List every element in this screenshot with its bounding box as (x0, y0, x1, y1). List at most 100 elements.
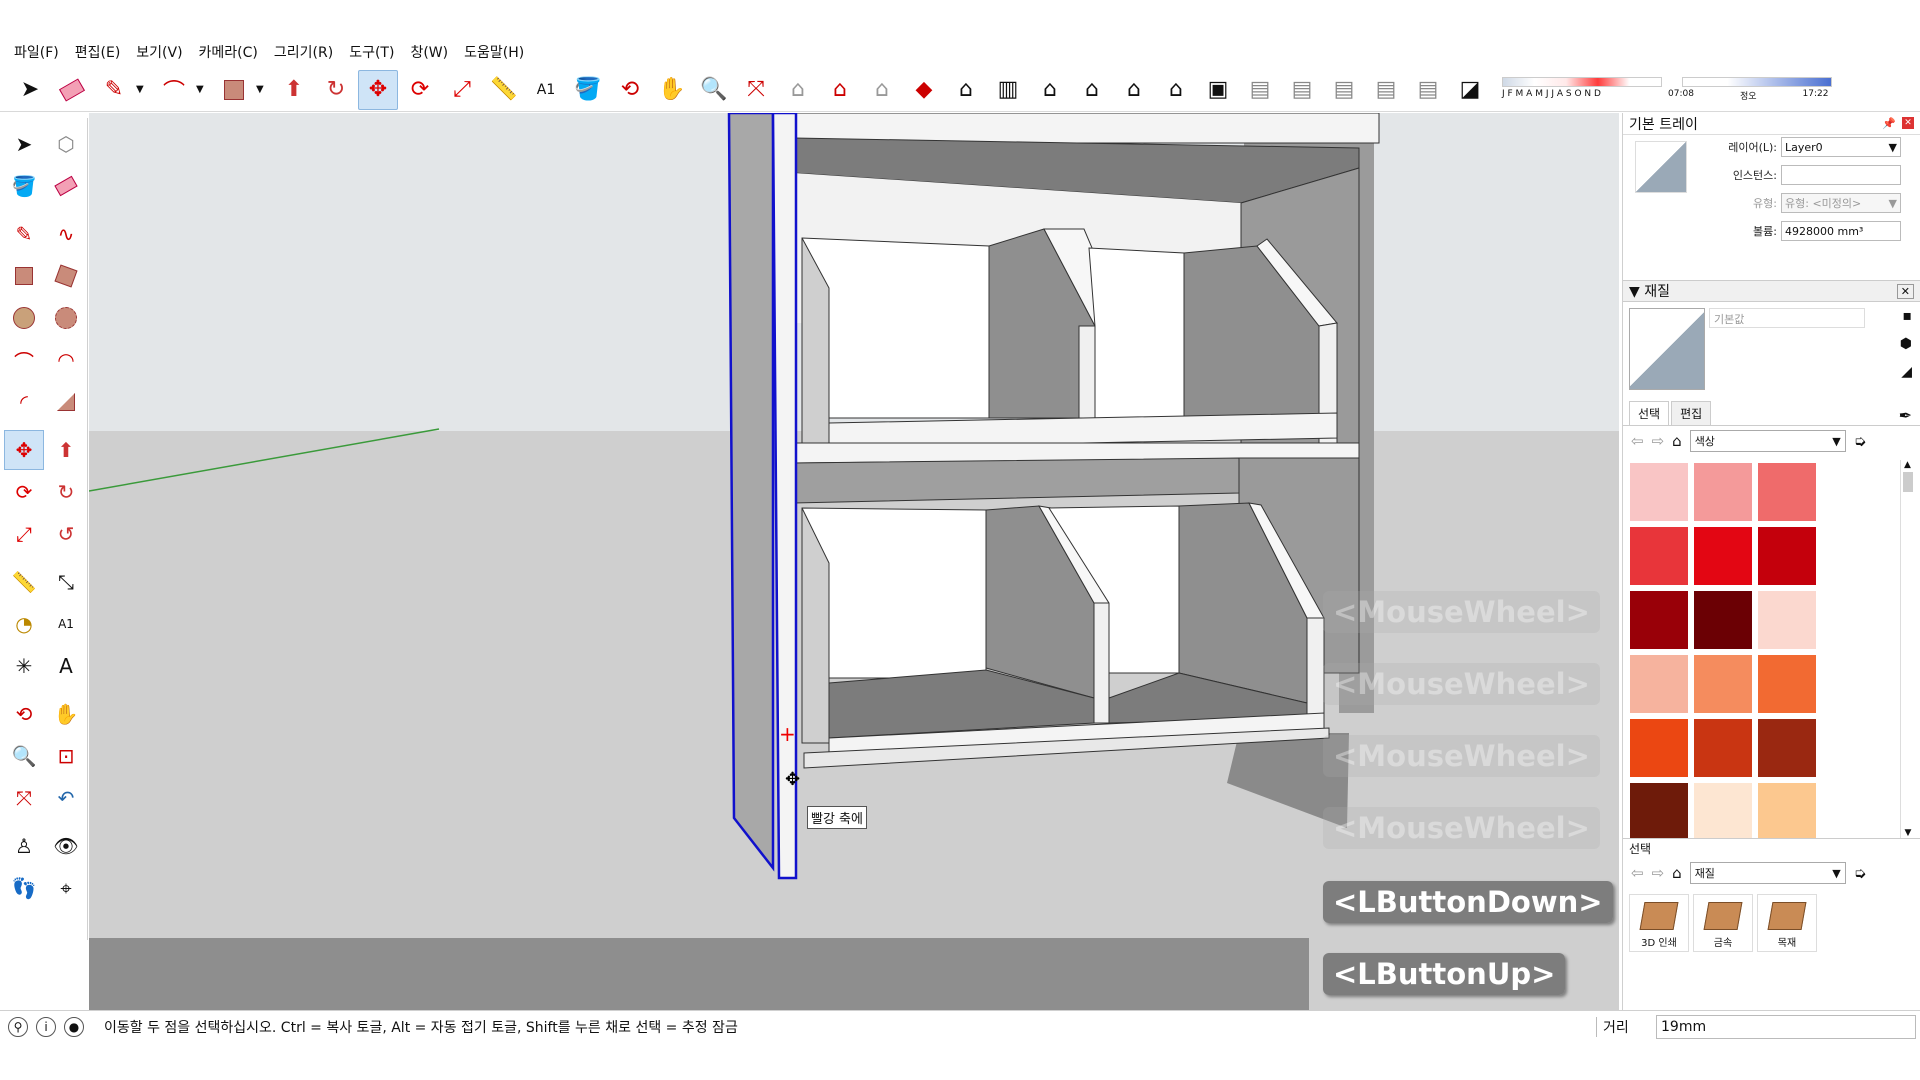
back-arrow-icon[interactable]: ⇦ (1631, 864, 1644, 882)
freehand-icon[interactable]: ∿ (46, 214, 86, 254)
push-pull-icon[interactable]: ⬆ (274, 70, 314, 110)
orbit-icon[interactable]: ⟲ (4, 694, 44, 734)
iso-view-icon[interactable]: ⌂ (946, 70, 986, 110)
color-swatch[interactable] (1757, 590, 1817, 650)
folder-3d-print[interactable]: 3D 인쇄 (1629, 894, 1689, 952)
follow-me-icon[interactable]: ↻ (46, 472, 86, 512)
shadow-time-slider[interactable] (1682, 77, 1832, 87)
zoom-window-icon[interactable]: ⊡ (46, 736, 86, 776)
scale-icon[interactable]: ⤢ (442, 70, 482, 110)
top-view-icon[interactable]: ⌂ (1030, 70, 1070, 110)
color-swatch[interactable] (1693, 590, 1753, 650)
folder-metal[interactable]: 금속 (1693, 894, 1753, 952)
ruby-icon[interactable]: ◆ (904, 70, 944, 110)
position-camera-icon[interactable]: ♙ (4, 826, 44, 866)
eyedropper-icon[interactable]: ✒ (1899, 406, 1912, 425)
pan-icon[interactable]: ✋ (652, 70, 692, 110)
model-viewport[interactable]: + ✥ 빨강 축에 <MouseWheel> <MouseWheel> <Mou… (89, 113, 1619, 1010)
zoom-extents-icon[interactable]: ⤧ (4, 778, 44, 818)
shadow-toggle-icon[interactable]: ◪ (1450, 70, 1490, 110)
tape-measure-icon[interactable]: 📏 (4, 562, 44, 602)
select-icon[interactable]: ➤ (10, 70, 50, 110)
details-icon[interactable]: ➭ (1854, 864, 1867, 882)
layer-select[interactable]: Layer0 ▼ (1781, 137, 1901, 157)
line-icon[interactable]: ✎ (4, 214, 44, 254)
section-plane-icon[interactable]: ⌖ (46, 868, 86, 908)
color-swatch[interactable] (1693, 526, 1753, 586)
orbit-icon[interactable]: ⟲ (610, 70, 650, 110)
user-icon[interactable]: ● (64, 1016, 84, 1037)
color-swatch[interactable] (1693, 654, 1753, 714)
selected-side-panel[interactable] (727, 113, 775, 872)
right-view-icon[interactable]: ⌂ (1072, 70, 1112, 110)
textured-icon[interactable]: ▤ (1408, 70, 1448, 110)
rectangle-dropdown-icon[interactable]: ▼ (256, 84, 268, 95)
pan-icon[interactable]: ✋ (46, 694, 86, 734)
display-secondary-icon[interactable]: ▪ (1903, 308, 1913, 324)
dimension-icon[interactable]: ⤡ (46, 562, 86, 602)
rotate-icon[interactable]: ⟳ (4, 472, 44, 512)
tape-measure-icon[interactable]: 📏 (484, 70, 524, 110)
polygon-icon[interactable] (46, 298, 86, 338)
protractor-icon[interactable]: ◔ (4, 604, 44, 644)
color-swatch[interactable] (1629, 718, 1689, 778)
scroll-down-icon[interactable]: ▼ (1901, 828, 1915, 838)
menu-window[interactable]: 창(W) (402, 39, 456, 67)
close-icon[interactable]: ✕ (1896, 283, 1914, 299)
color-swatch[interactable] (1629, 462, 1689, 522)
close-icon[interactable]: ✕ (1902, 117, 1914, 129)
shadow-month-slider[interactable] (1502, 77, 1662, 87)
geolocation-icon[interactable]: ⚲ (8, 1016, 28, 1037)
pencil-dropdown-icon[interactable]: ▼ (136, 84, 148, 95)
pin-icon[interactable]: 📌 (1882, 117, 1896, 130)
left-view-icon[interactable]: ⌂ (1156, 70, 1196, 110)
material-category-select[interactable]: 색상 ▼ (1689, 430, 1846, 452)
pencil-icon[interactable]: ✎ (94, 70, 134, 110)
menu-view[interactable]: 보기(V) (128, 39, 190, 67)
move-icon[interactable]: ✥ (4, 430, 44, 470)
xray-icon[interactable]: ▤ (1240, 70, 1280, 110)
menu-edit[interactable]: 편집(E) (67, 39, 129, 67)
arc-dropdown-icon[interactable]: ▼ (196, 84, 208, 95)
default-material-icon[interactable]: ◢ (1901, 364, 1912, 380)
share-model-icon[interactable]: ⌂ (820, 70, 860, 110)
push-pull-icon[interactable]: ⬆ (46, 430, 86, 470)
rectangle-icon[interactable] (214, 70, 254, 110)
scroll-thumb[interactable] (1902, 472, 1913, 492)
instance-field[interactable] (1781, 165, 1901, 185)
circle-icon[interactable] (4, 298, 44, 338)
menu-file[interactable]: 파일(F) (6, 39, 67, 67)
color-swatch[interactable] (1629, 782, 1689, 838)
color-swatch[interactable] (1757, 526, 1817, 586)
color-swatch[interactable] (1629, 654, 1689, 714)
menu-camera[interactable]: 카메라(C) (191, 39, 266, 67)
two-point-arc-icon[interactable]: ◠ (46, 340, 86, 380)
color-swatch[interactable] (1629, 526, 1689, 586)
shaded-icon[interactable]: ▤ (1366, 70, 1406, 110)
move-icon[interactable]: ✥ (358, 69, 398, 110)
color-swatch[interactable] (1693, 782, 1753, 838)
menu-help[interactable]: 도움말(H) (456, 39, 532, 67)
color-swatch[interactable] (1757, 462, 1817, 522)
zoom-icon[interactable]: 🔍 (4, 736, 44, 776)
secondary-category-select[interactable]: 재질 ▼ (1689, 862, 1846, 884)
paint-bucket-icon[interactable]: 🪣 (4, 166, 44, 206)
walk-icon[interactable]: 👣 (4, 868, 44, 908)
details-icon[interactable]: ➭ (1854, 432, 1867, 450)
home-icon[interactable]: ⌂ (1672, 864, 1682, 882)
look-around-icon[interactable]: 👁 (46, 826, 86, 866)
rotate-icon[interactable]: ⟳ (400, 70, 440, 110)
zoom-icon[interactable]: 🔍 (694, 70, 734, 110)
swatch-scrollbar[interactable]: ▲ ▼ (1900, 460, 1914, 838)
back-view-icon[interactable]: ⌂ (1114, 70, 1154, 110)
color-swatch[interactable] (1757, 782, 1817, 838)
arc-icon[interactable]: ⌒ (154, 70, 194, 110)
3d-text-icon[interactable]: A (46, 646, 86, 686)
zoom-extents-icon[interactable]: ⤧ (736, 70, 776, 110)
eraser-icon[interactable] (46, 166, 86, 206)
menu-draw[interactable]: 그리기(R) (266, 39, 341, 67)
wireframe-icon[interactable]: ▤ (1282, 70, 1322, 110)
menu-tools[interactable]: 도구(T) (341, 39, 402, 67)
section-icon[interactable]: ▣ (1198, 70, 1238, 110)
forward-arrow-icon[interactable]: ⇨ (1652, 864, 1665, 882)
